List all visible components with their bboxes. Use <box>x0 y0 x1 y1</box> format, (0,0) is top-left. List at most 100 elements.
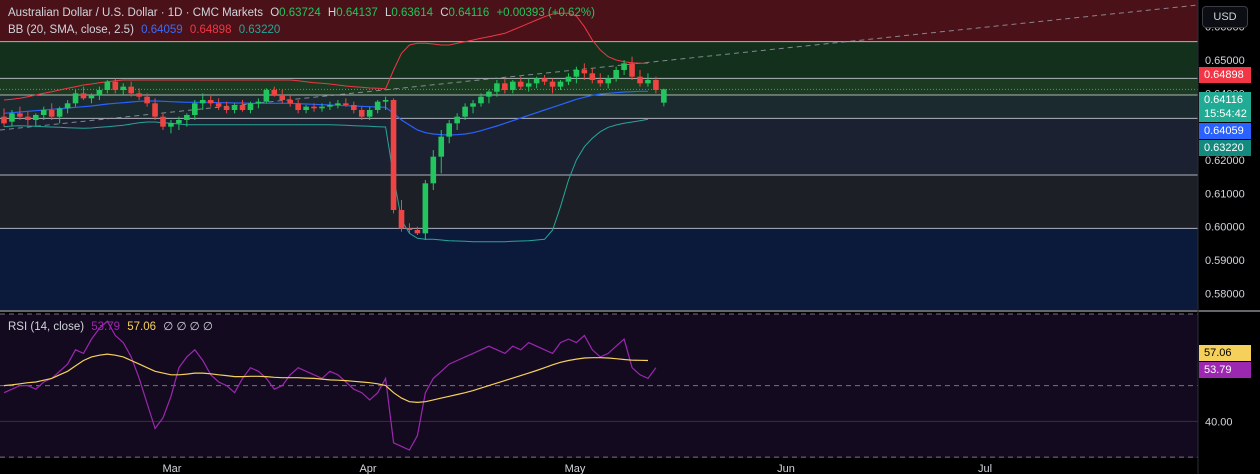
rsi-tag-ma: 57.06 <box>1199 345 1251 361</box>
candle-body <box>279 95 286 100</box>
candle-body <box>390 100 397 210</box>
candle-body <box>589 73 596 80</box>
candle-body <box>231 105 238 110</box>
candle-body <box>366 110 373 117</box>
rsi-label[interactable]: RSI (14, close) <box>8 321 84 333</box>
price-zone-6 <box>0 228 1198 310</box>
candle-body <box>486 91 492 97</box>
price-zone-5 <box>0 175 1198 229</box>
candle-body <box>446 123 452 137</box>
candle-body <box>223 106 230 110</box>
candle-body <box>295 103 301 110</box>
countdown-text: 15:54:42 <box>1204 108 1247 120</box>
candle-body <box>80 93 87 99</box>
rsi-axis-label: 40.00 <box>1205 416 1233 428</box>
candle-body <box>199 100 206 104</box>
price-tag-bb-basis: 0.64059 <box>1199 123 1251 139</box>
candle-body <box>271 90 278 95</box>
price-tag-close: 0.64116 15:54:42 <box>1199 92 1251 122</box>
candle-body <box>637 76 643 84</box>
candle-body <box>168 123 174 127</box>
candle-body <box>525 83 532 87</box>
close-value: 0.64116 <box>448 7 490 19</box>
candle-body <box>247 103 254 110</box>
price-tag-bb-upper: 0.64898 <box>1199 67 1251 83</box>
candle-body <box>454 116 460 124</box>
price-axis-label: 0.62000 <box>1205 155 1245 167</box>
open-label: O <box>270 7 280 19</box>
candle-body <box>144 96 150 104</box>
time-axis-label: Jun <box>777 463 795 474</box>
candle-body <box>374 101 381 110</box>
candle-body <box>358 110 365 117</box>
ohlc-legend: Australian Dollar / U.S. Dollar · 1D · C… <box>8 7 599 19</box>
price-zones <box>0 0 1198 310</box>
price-axis-label: 0.60000 <box>1205 222 1245 234</box>
rsi-tag-value: 53.79 <box>1199 362 1251 378</box>
candle-body <box>239 105 246 110</box>
bb-lower-value: 0.63220 <box>238 24 281 36</box>
candle-body <box>494 83 500 92</box>
candle-body <box>319 106 325 109</box>
candle-body <box>56 108 63 117</box>
bb-legend[interactable]: BB (20, SMA, close, 2.5) 0.64059 0.64898… <box>8 24 284 36</box>
symbol-title[interactable]: Australian Dollar / U.S. Dollar · 1D · C… <box>8 7 263 19</box>
candle-body <box>9 113 15 122</box>
close-price-text: 0.64116 <box>1204 94 1243 106</box>
rsi-background <box>0 314 1198 474</box>
candle-body <box>462 106 468 117</box>
candle-body <box>605 78 611 84</box>
candle-body <box>152 103 158 117</box>
candle-body <box>351 105 357 110</box>
candle-body <box>629 63 635 77</box>
candle-body <box>478 96 484 104</box>
change-value: +0.00393 (+0.62%) <box>496 7 595 19</box>
candle-body <box>1 116 7 124</box>
candle-body <box>207 100 214 104</box>
candle-body <box>613 70 619 79</box>
time-axis-label: Apr <box>359 463 376 474</box>
price-zone-4 <box>0 118 1198 175</box>
candle-body <box>88 95 95 99</box>
candle-body <box>120 86 127 90</box>
bb-upper-value: 0.64898 <box>189 24 232 36</box>
candle-body <box>104 81 111 90</box>
candle-body <box>96 90 103 95</box>
candle-body <box>335 103 341 105</box>
price-axis-label: 0.61000 <box>1205 188 1245 200</box>
time-axis-label: Mar <box>163 463 182 474</box>
candle-body <box>645 80 651 84</box>
high-label: H <box>327 7 337 19</box>
candle-body <box>438 136 445 157</box>
price-zone-1 <box>0 41 1198 79</box>
low-value: 0.63614 <box>391 7 433 19</box>
bb-label[interactable]: BB (20, SMA, close, 2.5) <box>8 24 134 36</box>
candle-body <box>64 103 71 109</box>
candle-body <box>215 103 222 107</box>
candle-body <box>40 110 47 115</box>
candle-body <box>343 103 349 105</box>
rsi-ma-value: 57.06 <box>127 321 157 333</box>
candle-body <box>128 86 134 94</box>
candle-body <box>661 89 667 103</box>
candle-body <box>17 113 23 117</box>
candle-body <box>263 90 270 102</box>
price-chart[interactable]: 0.660000.650000.640000.630000.620000.610… <box>0 0 1260 474</box>
candle-body <box>25 116 31 120</box>
candle-body <box>176 120 182 124</box>
candle-body <box>72 93 79 104</box>
candle-body <box>549 81 556 87</box>
candle-body <box>382 100 389 102</box>
candle-body <box>311 106 317 109</box>
candle-body <box>653 80 659 90</box>
close-label: C <box>440 7 449 19</box>
time-axis-label: Jul <box>978 463 992 474</box>
currency-button[interactable]: USD <box>1202 6 1248 28</box>
candle-body <box>33 115 39 120</box>
high-value: 0.64137 <box>336 7 378 19</box>
candle-body <box>470 103 476 107</box>
candle-body <box>517 81 524 87</box>
candle-body <box>565 76 572 82</box>
rsi-legend[interactable]: RSI (14, close) 53.79 57.06 ∅ ∅ ∅ ∅ <box>8 319 217 333</box>
candle-body <box>533 78 540 84</box>
